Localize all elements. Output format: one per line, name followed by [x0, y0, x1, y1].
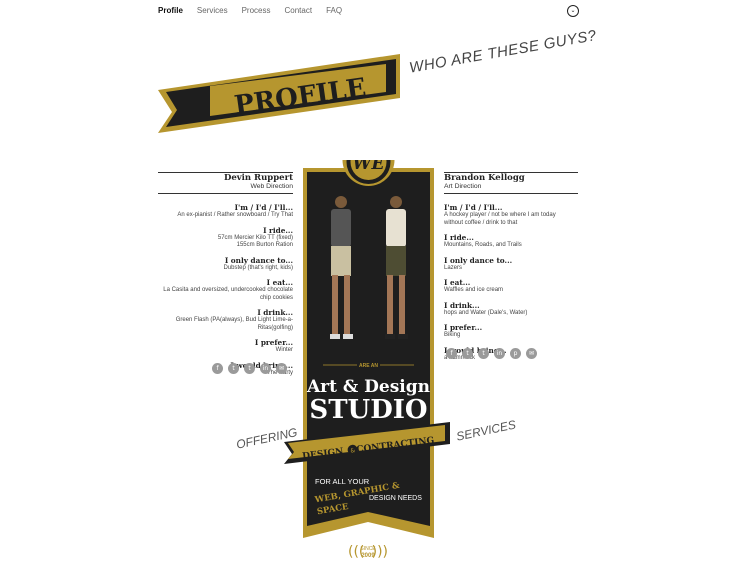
social-links-devin: f t t in ✉ [212, 363, 287, 374]
nav-profile[interactable]: Profile [158, 6, 183, 15]
profile-devin: Devin Ruppert Web Direction [158, 173, 293, 190]
fact-heading: I ride... [444, 233, 474, 242]
nav-services[interactable]: Services [197, 6, 228, 15]
fact-heading: I drink... [257, 308, 293, 317]
fact-text: 57cm Mercier Kilo TT (fixed) 155cm Burto… [217, 234, 293, 249]
twitter-icon[interactable]: t [228, 363, 239, 374]
email-icon[interactable]: ✉ [526, 348, 537, 359]
we-badge: WE [352, 160, 385, 174]
profile-banner: PROFILE [158, 54, 400, 133]
facebook-icon[interactable]: f [212, 363, 223, 374]
chevron-down-icon[interactable]: ⌄ [567, 5, 579, 17]
services-label: SERVICES [455, 417, 518, 444]
divider [158, 193, 293, 194]
email-icon[interactable]: ✉ [276, 363, 287, 374]
linkedin-icon[interactable]: in [260, 363, 271, 374]
person-name: Devin Ruppert [223, 173, 293, 183]
since-year: 2009 [361, 553, 375, 559]
nav-process[interactable]: Process [242, 6, 271, 15]
fact-text: Green Flash (PA(always), Bud Light Lime-… [175, 317, 293, 331]
profile-devin-details: I'm / I'd / I'll... An ex-pianist / Rath… [158, 197, 293, 377]
person-name: Brandon Kellogg [444, 173, 525, 183]
fact-heading: I'm / I'd / I'll... [444, 203, 503, 212]
person-role: Web Direction [250, 183, 293, 190]
person-role: Art Direction [444, 183, 482, 190]
fact-text: Waffles and ice cream [444, 287, 504, 293]
social-links-brandon: f t t in p ✉ [446, 348, 537, 359]
design-contracting-ribbon: DESIGN & CONTRACTING [284, 422, 450, 464]
fact-heading: I eat... [266, 278, 293, 287]
fact-text: An ex-pianist / Rather snowboard / Try T… [177, 212, 293, 218]
fact-text: hops and Water (Dale's, Water) [444, 309, 528, 316]
studio-card: WE ARE AN Art & Design STUDIO FOR ALL YO… [303, 160, 434, 538]
are-an-label: ARE AN [359, 363, 378, 369]
needs-tail: DESIGN NEEDS [369, 495, 422, 502]
profile-brandon-details: I'm / I'd / I'll... A hockey player / no… [444, 197, 564, 362]
fact-text: Biking [444, 332, 461, 338]
profile-brandon: Brandon Kellogg Art Direction [444, 173, 579, 190]
for-all-label: FOR ALL YOUR [315, 477, 370, 486]
tagline: WHO ARE THESE GUYS? [408, 27, 598, 77]
tumblr-icon[interactable]: t [478, 348, 489, 359]
nav-faq[interactable]: FAQ [326, 6, 342, 15]
fact-text: Winter [275, 347, 293, 353]
fact-text: Mountains, Roads, and Trails [444, 242, 522, 248]
fact-text: La Casita and oversized, undercooked cho… [163, 287, 293, 301]
fact-heading: I eat... [444, 278, 471, 287]
linkedin-icon[interactable]: in [494, 348, 505, 359]
tumblr-icon[interactable]: t [244, 363, 255, 374]
fact-heading: I drink... [444, 300, 480, 310]
fact-heading: I'm / I'd / I'll... [234, 203, 293, 212]
divider [444, 193, 578, 194]
fact-heading: I only dance to... [224, 255, 293, 265]
fact-heading: I prefer... [254, 338, 293, 347]
fact-text: Dubstep (that's right, kids) [223, 264, 293, 271]
fact-heading: I ride... [263, 225, 293, 235]
fact-heading: I prefer... [444, 323, 483, 332]
pinterest-icon[interactable]: p [510, 348, 521, 359]
facebook-icon[interactable]: f [446, 348, 457, 359]
fact-text: A hockey player / not be where I am toda… [444, 212, 556, 226]
nav-contact[interactable]: Contact [285, 6, 313, 15]
fact-heading: I only dance to... [444, 255, 513, 265]
main-nav: Profile Services Process Contact FAQ [158, 6, 356, 15]
since-label: SINCE [360, 546, 376, 552]
studio-title-line1: Art & Design [306, 377, 430, 397]
since-badge: ((( ))) SINCE 2009 [348, 544, 388, 560]
twitter-icon[interactable]: t [462, 348, 473, 359]
fact-text: Lazers [444, 264, 463, 271]
